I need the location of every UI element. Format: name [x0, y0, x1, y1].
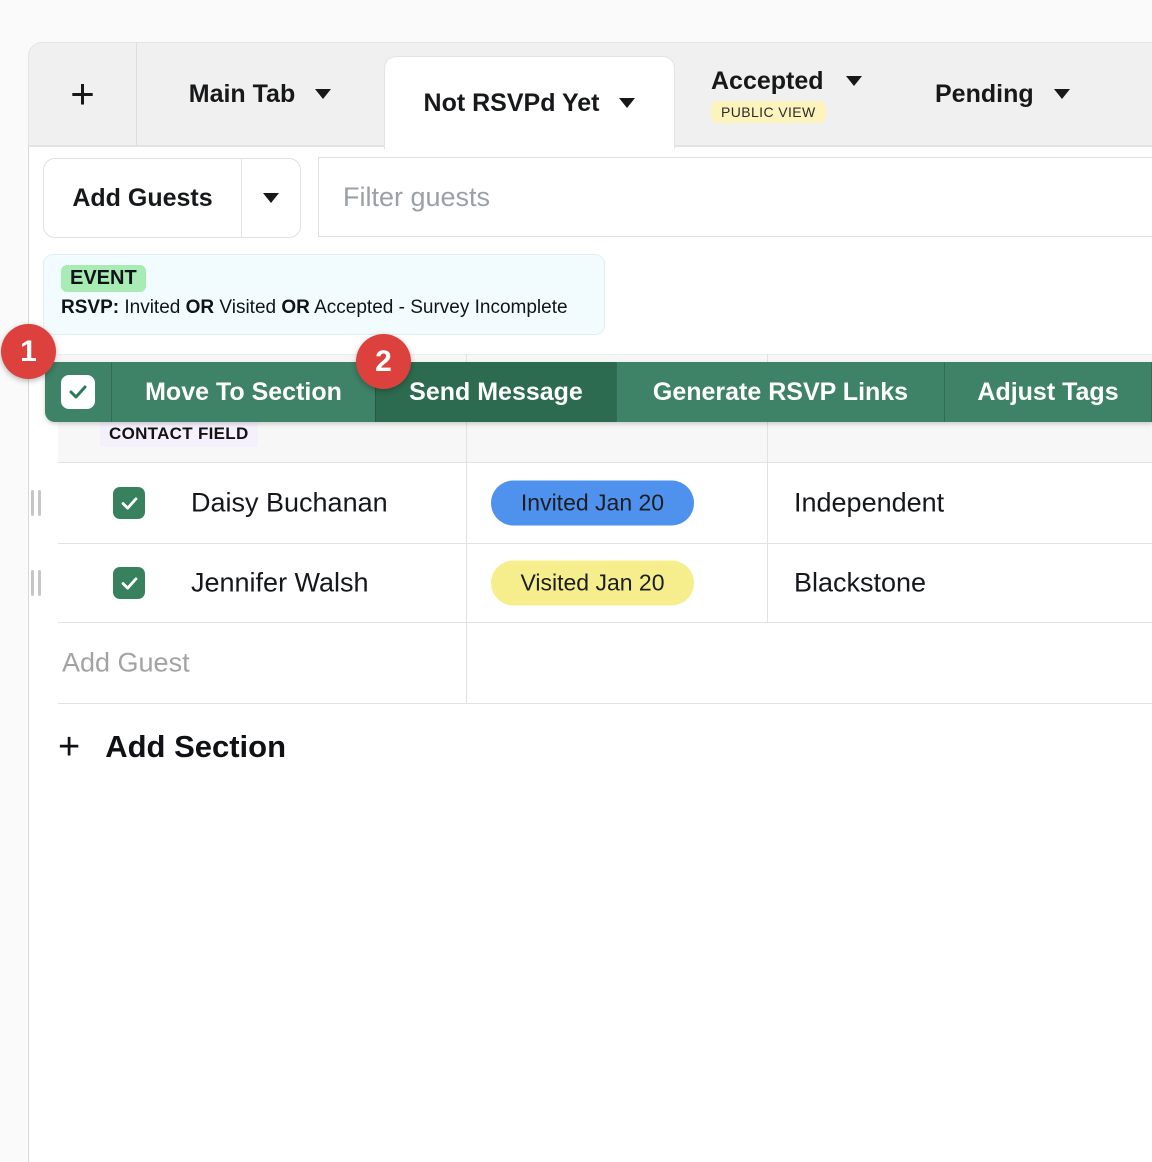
chevron-down-icon[interactable] — [1054, 89, 1070, 99]
add-guest-row[interactable]: Add Guest — [58, 623, 1152, 704]
tab-label: Main Tab — [189, 80, 295, 109]
drag-handle-icon[interactable] — [31, 490, 41, 516]
guest-organization[interactable]: Blackstone — [794, 568, 926, 599]
filter-value: Invited — [124, 297, 180, 318]
annotation-number: 1 — [20, 335, 37, 369]
send-message-button[interactable]: Send Message — [375, 362, 616, 422]
bulk-action-toolbar: Move To Section Send Message Generate RS… — [45, 362, 1152, 422]
new-tab-button[interactable]: + — [29, 43, 137, 145]
check-icon — [69, 385, 87, 399]
filter-value: Visited — [219, 297, 276, 318]
tab-pending[interactable]: Pending — [935, 43, 1070, 145]
generate-rsvp-links-button[interactable]: Generate RSVP Links — [616, 362, 944, 422]
add-guests-dropdown[interactable] — [242, 159, 300, 237]
tab-accepted[interactable]: Accepted PUBLIC VIEW — [711, 65, 862, 123]
chevron-down-icon[interactable] — [315, 89, 331, 99]
annotation-number: 2 — [375, 345, 392, 379]
tab-main-tab[interactable]: Main Tab — [136, 43, 384, 145]
filter-operator: OR — [186, 297, 215, 318]
check-icon — [121, 577, 138, 590]
annotation-step-2: 2 — [356, 334, 411, 389]
plus-icon: + — [70, 73, 95, 115]
add-guest-placeholder[interactable]: Add Guest — [62, 648, 190, 679]
chevron-down-icon[interactable] — [846, 76, 862, 86]
filter-value: Accepted - Survey Incomplete — [314, 297, 567, 318]
tab-not-rsvpd-yet[interactable]: Not RSVPd Yet — [384, 56, 675, 149]
tab-strip: + Main Tab Not RSVPd Yet Accepted PUBLIC… — [28, 42, 1152, 146]
select-all-cell[interactable] — [45, 362, 111, 422]
row-checkbox[interactable] — [113, 487, 145, 519]
filter-operator: OR — [281, 297, 310, 318]
table-row[interactable]: Jennifer Walsh Visited Jan 20 Blackstone — [58, 544, 1152, 623]
rsvp-status-pill[interactable]: Visited Jan 20 — [491, 561, 694, 606]
row-checkbox[interactable] — [113, 567, 145, 599]
add-guests-label[interactable]: Add Guests — [44, 159, 241, 237]
add-section-label: Add Section — [105, 729, 286, 765]
public-view-badge: PUBLIC VIEW — [711, 101, 826, 123]
chevron-down-icon[interactable] — [619, 98, 635, 108]
guest-name[interactable]: Jennifer Walsh — [191, 568, 369, 599]
drag-handle-icon[interactable] — [31, 570, 41, 596]
tab-label: Pending — [935, 80, 1034, 109]
check-icon — [121, 497, 138, 510]
content-panel: Add Guests EVENT RSVP: Invited OR Visite… — [28, 146, 1152, 1162]
tab-label: Accepted — [711, 67, 824, 96]
event-badge: EVENT — [61, 265, 146, 292]
rsvp-status-pill[interactable]: Invited Jan 20 — [491, 481, 694, 526]
guest-name[interactable]: Daisy Buchanan — [191, 488, 388, 519]
table-row[interactable]: Daisy Buchanan Invited Jan 20 Independen… — [58, 463, 1152, 544]
add-section-button[interactable]: + Add Section — [58, 722, 286, 772]
select-all-checkbox[interactable] — [61, 375, 95, 409]
move-to-section-button[interactable]: Move To Section — [111, 362, 375, 422]
plus-icon: + — [58, 728, 80, 766]
event-filter-chip[interactable]: EVENT RSVP: Invited OR Visited OR Accept… — [43, 254, 605, 335]
filter-guests-input[interactable] — [318, 157, 1152, 237]
guest-organization[interactable]: Independent — [794, 488, 944, 519]
annotation-step-1: 1 — [1, 324, 56, 379]
filter-description: RSVP: Invited OR Visited OR Accepted - S… — [61, 297, 587, 319]
adjust-tags-button[interactable]: Adjust Tags — [944, 362, 1151, 422]
filter-field: RSVP: — [61, 297, 119, 318]
chevron-down-icon — [263, 193, 279, 203]
tab-label: Not RSVPd Yet — [424, 89, 600, 118]
column-header-contact-field: CONTACT FIELD — [100, 421, 258, 447]
add-guests-button[interactable]: Add Guests — [43, 158, 301, 238]
